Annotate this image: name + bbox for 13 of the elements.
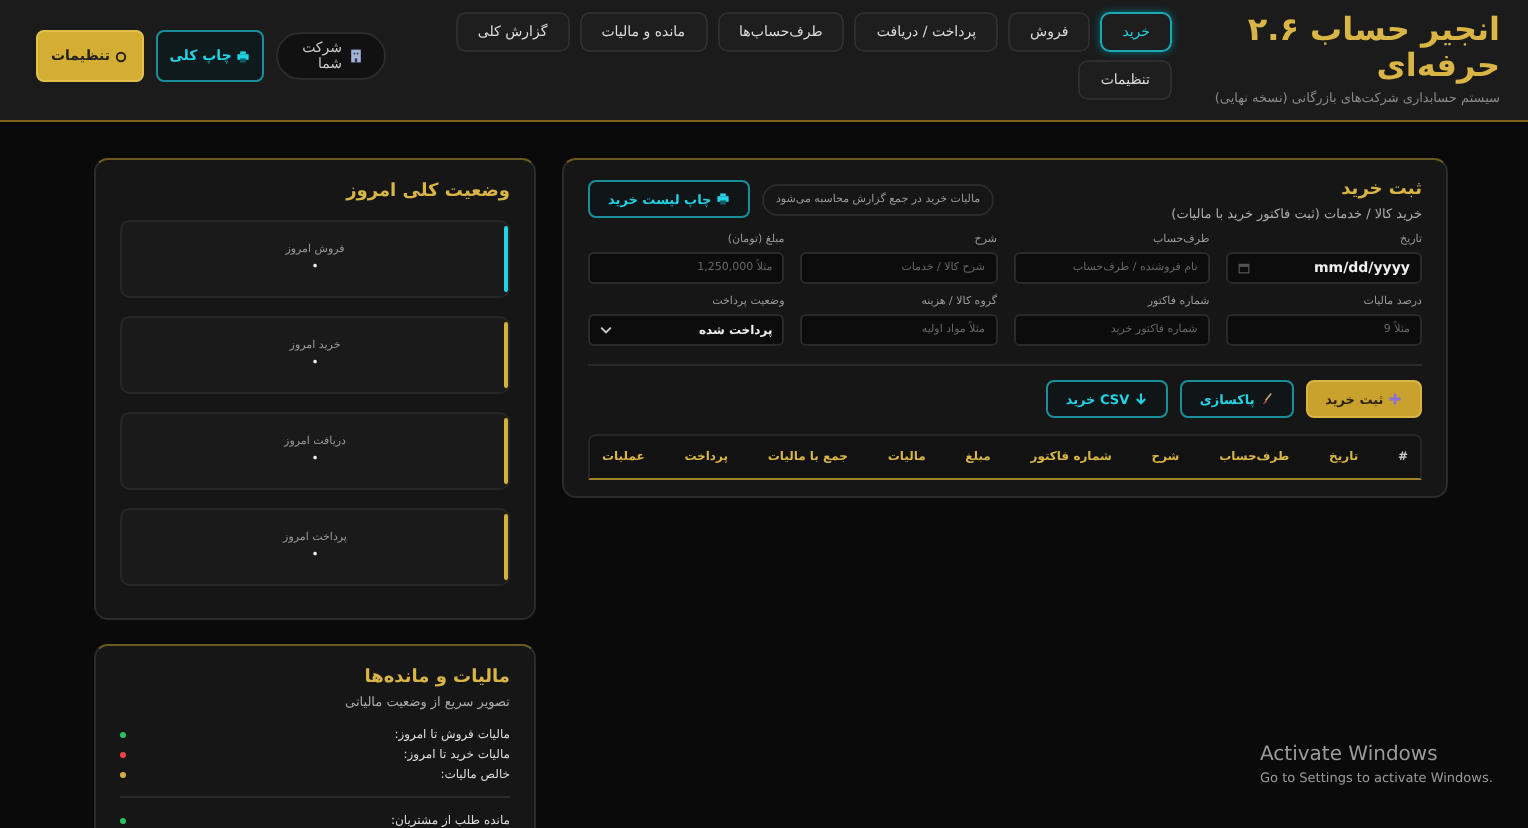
card-title: ثبت خرید: [1339, 180, 1422, 200]
chevron-icon: [600, 326, 612, 334]
printer-icon: [715, 192, 730, 207]
calendar-icon[interactable]: [1237, 262, 1250, 274]
broom-icon: [1259, 392, 1274, 407]
printer-icon: [236, 49, 251, 64]
card-title: مالیات و مانده‌ها: [362, 668, 510, 688]
plus-icon: [1388, 392, 1402, 407]
app-title: انجیر حساب ۲.۶ حرفه‌ای: [1245, 12, 1500, 84]
activation-title: Activate Windows: [1260, 744, 1440, 766]
download-icon: [1133, 392, 1148, 407]
card-title: وضعیت کلی امروز: [343, 182, 510, 202]
building-icon: [348, 48, 364, 64]
